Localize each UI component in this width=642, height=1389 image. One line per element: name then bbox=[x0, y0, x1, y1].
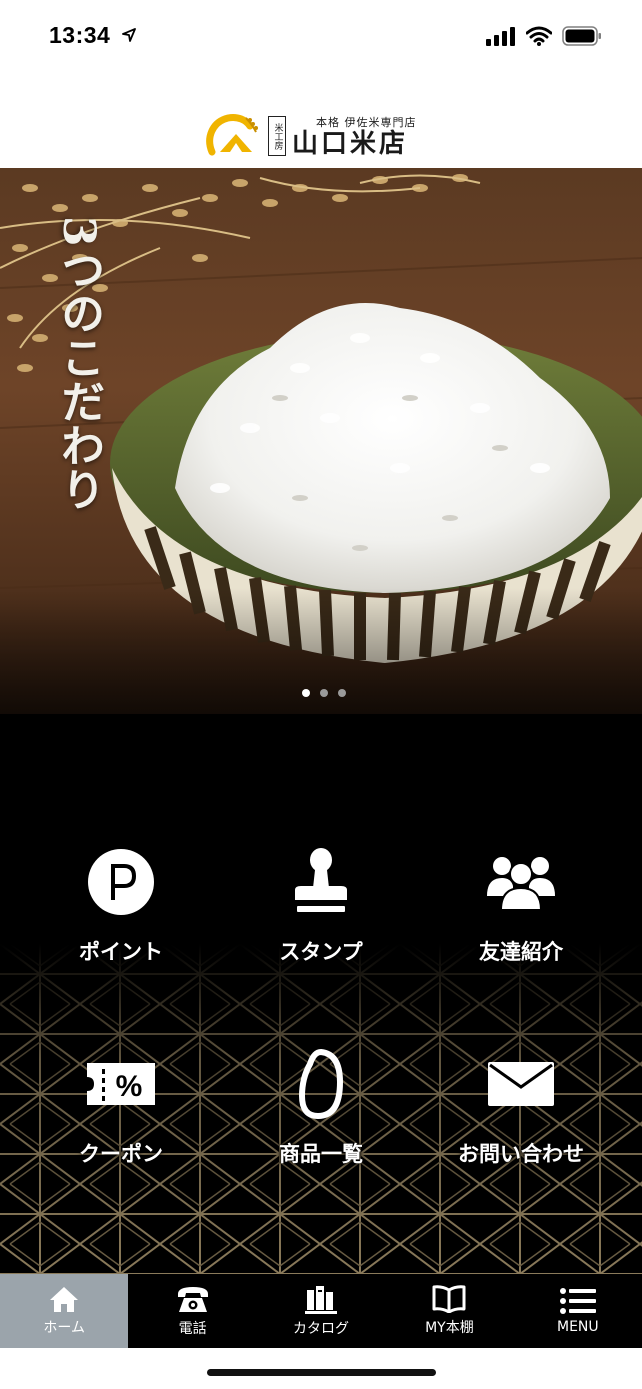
menu-icon bbox=[559, 1288, 596, 1314]
catalog-icon bbox=[305, 1286, 338, 1314]
carousel-dot-2[interactable] bbox=[320, 689, 328, 697]
menu-stamp-label: スタンプ bbox=[279, 939, 363, 964]
status-time: 13:34 bbox=[49, 22, 111, 48]
tab-catalog-label: カタログ bbox=[293, 1321, 350, 1337]
carousel-dot-3[interactable] bbox=[338, 689, 346, 697]
main-menu: ポイント スタンプ 友達紹介 % クーポン 商品一覧 お問い合わせ bbox=[0, 714, 642, 1274]
hero-headline: 3つのこだわり bbox=[53, 216, 104, 511]
menu-point-label: ポイント bbox=[79, 939, 163, 964]
location-arrow-icon bbox=[122, 28, 136, 42]
status-bar: 13:34 bbox=[0, 0, 642, 78]
book-icon bbox=[432, 1285, 466, 1313]
tab-home[interactable]: ホーム bbox=[0, 1274, 129, 1348]
menu-product-list-label: 商品一覧 bbox=[279, 1141, 363, 1166]
point-icon bbox=[88, 849, 154, 915]
tab-my-bookshelf-label: MY本棚 bbox=[425, 1320, 474, 1336]
logo-subtitle: 本格 伊佐米専門店 bbox=[316, 116, 417, 129]
battery-icon bbox=[562, 26, 601, 46]
tab-phone-label: 電話 bbox=[178, 1321, 207, 1337]
menu-point[interactable]: ポイント bbox=[21, 842, 221, 966]
cellular-signal-icon bbox=[486, 27, 515, 46]
bottom-tab-bar: ホーム 電話 カタログ MY本棚 MENU bbox=[0, 1274, 642, 1348]
tab-my-bookshelf[interactable]: MY本棚 bbox=[385, 1274, 513, 1348]
menu-friend-referral[interactable]: 友達紹介 bbox=[421, 842, 621, 966]
stamp-icon bbox=[295, 848, 347, 912]
home-indicator-bar[interactable] bbox=[207, 1369, 436, 1376]
svg-text:%: % bbox=[116, 1070, 143, 1103]
menu-contact[interactable]: お問い合わせ bbox=[421, 1044, 621, 1168]
tab-menu-label: MENU bbox=[557, 1319, 599, 1335]
hero-carousel[interactable]: 3つのこだわり bbox=[0, 168, 642, 714]
friends-icon bbox=[487, 857, 555, 911]
logo-badge: 米工房 bbox=[268, 116, 286, 156]
menu-coupon-label: クーポン bbox=[79, 1141, 163, 1166]
menu-stamp[interactable]: スタンプ bbox=[221, 842, 421, 966]
coupon-icon: % bbox=[87, 1063, 155, 1105]
tab-menu[interactable]: MENU bbox=[514, 1274, 642, 1348]
logo-name: 山口米店 bbox=[292, 129, 409, 159]
phone-icon bbox=[177, 1287, 208, 1312]
menu-friend-referral-label: 友達紹介 bbox=[479, 939, 563, 964]
tab-phone[interactable]: 電話 bbox=[128, 1274, 256, 1348]
rice-logo-icon bbox=[206, 114, 258, 156]
home-icon bbox=[50, 1287, 79, 1312]
carousel-dot-1[interactable] bbox=[302, 689, 310, 697]
menu-contact-label: お問い合わせ bbox=[458, 1141, 584, 1166]
shop-logo[interactable]: 米工房 本格 伊佐米専門店 山口米店 bbox=[206, 112, 417, 160]
rice-grain-icon bbox=[298, 1048, 344, 1120]
menu-product-list[interactable]: 商品一覧 bbox=[221, 1044, 421, 1168]
tab-home-label: ホーム bbox=[43, 1320, 85, 1336]
carousel-indicators[interactable] bbox=[302, 689, 346, 697]
wifi-icon bbox=[526, 26, 552, 46]
mail-icon bbox=[488, 1062, 554, 1106]
menu-coupon[interactable]: % クーポン bbox=[21, 1044, 221, 1168]
tab-catalog[interactable]: カタログ bbox=[257, 1274, 385, 1348]
